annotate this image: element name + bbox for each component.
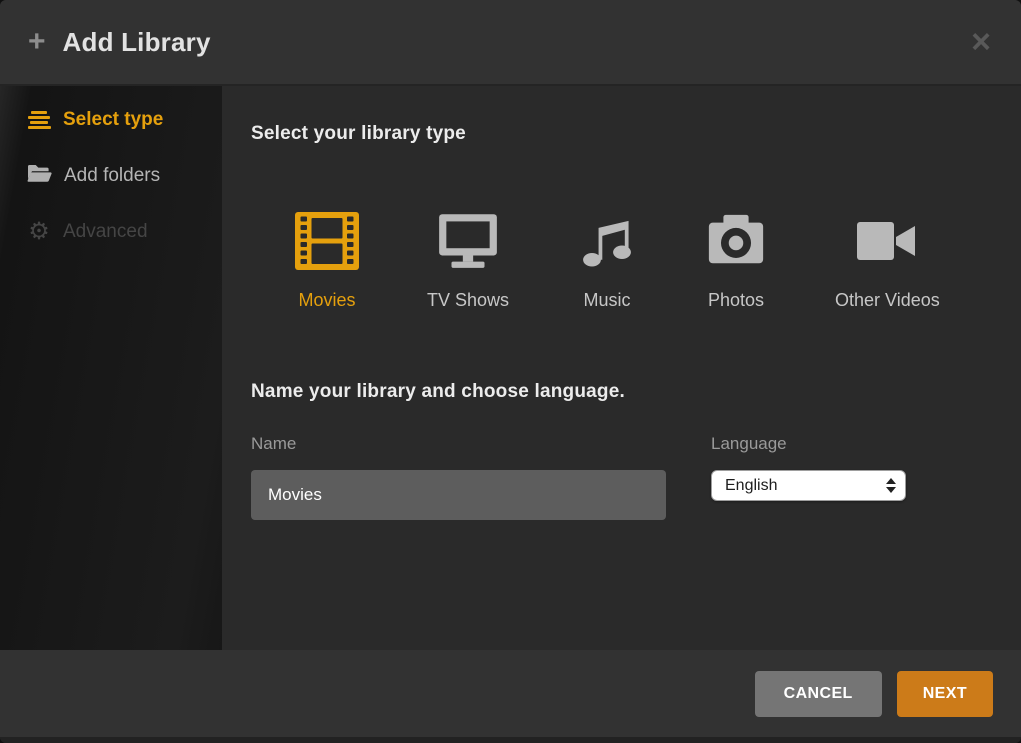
type-heading: Select your library type xyxy=(251,123,991,145)
name-language-row: Name Language English xyxy=(251,434,991,520)
sidebar-item-select-type[interactable]: Select type xyxy=(0,92,222,148)
sidebar-item-add-folders[interactable]: Add folders xyxy=(0,148,222,204)
close-icon[interactable]: × xyxy=(971,25,991,59)
sidebar-item-label: Add folders xyxy=(64,165,160,187)
camera-icon xyxy=(705,209,767,273)
library-name-input[interactable] xyxy=(251,470,666,520)
library-type-photos[interactable]: Photos xyxy=(705,209,767,311)
dialog-header: + Add Library × xyxy=(0,0,1021,86)
video-camera-icon xyxy=(855,209,919,273)
library-type-label: Other Videos xyxy=(835,290,940,311)
library-type-label: TV Shows xyxy=(427,290,509,311)
name-label: Name xyxy=(251,434,666,454)
cancel-button[interactable]: CANCEL xyxy=(755,671,882,717)
sidebar-item-label: Select type xyxy=(63,109,163,131)
library-type-tv-shows[interactable]: TV Shows xyxy=(427,209,509,311)
add-library-dialog: + Add Library × Select type Add folders xyxy=(0,0,1021,743)
main-panel: Select your library type xyxy=(222,86,1021,650)
library-type-row: Movies TV Shows xyxy=(295,209,991,311)
plus-icon: + xyxy=(28,27,46,57)
folder-open-icon xyxy=(27,163,52,190)
film-icon xyxy=(295,209,359,273)
dialog-bottom-edge xyxy=(0,737,1021,743)
library-type-label: Music xyxy=(584,290,631,311)
library-type-label: Photos xyxy=(708,290,764,311)
list-bars-icon xyxy=(27,111,51,129)
language-select-value: English xyxy=(725,477,886,495)
library-type-music[interactable]: Music xyxy=(577,209,637,311)
library-type-label: Movies xyxy=(298,290,355,311)
name-heading: Name your library and choose language. xyxy=(251,381,991,403)
tv-icon xyxy=(435,209,501,273)
dialog-footer: CANCEL NEXT xyxy=(0,650,1021,737)
dialog-title: Add Library xyxy=(63,27,211,58)
language-select[interactable]: English xyxy=(711,470,906,501)
dialog-body: Select type Add folders ⚙ Advanced Selec… xyxy=(0,86,1021,650)
language-field-group: Language English xyxy=(711,434,906,520)
name-field-group: Name xyxy=(251,434,666,520)
select-stepper-icon xyxy=(886,478,896,493)
language-label: Language xyxy=(711,434,906,454)
library-type-movies[interactable]: Movies xyxy=(295,209,359,311)
sidebar-item-label: Advanced xyxy=(63,221,148,243)
music-note-icon xyxy=(577,209,637,273)
library-type-other-videos[interactable]: Other Videos xyxy=(835,209,940,311)
next-button[interactable]: NEXT xyxy=(897,671,993,717)
sidebar-item-advanced[interactable]: ⚙ Advanced xyxy=(0,204,222,260)
gear-icon: ⚙ xyxy=(27,220,51,244)
steps-sidebar: Select type Add folders ⚙ Advanced xyxy=(0,86,222,650)
